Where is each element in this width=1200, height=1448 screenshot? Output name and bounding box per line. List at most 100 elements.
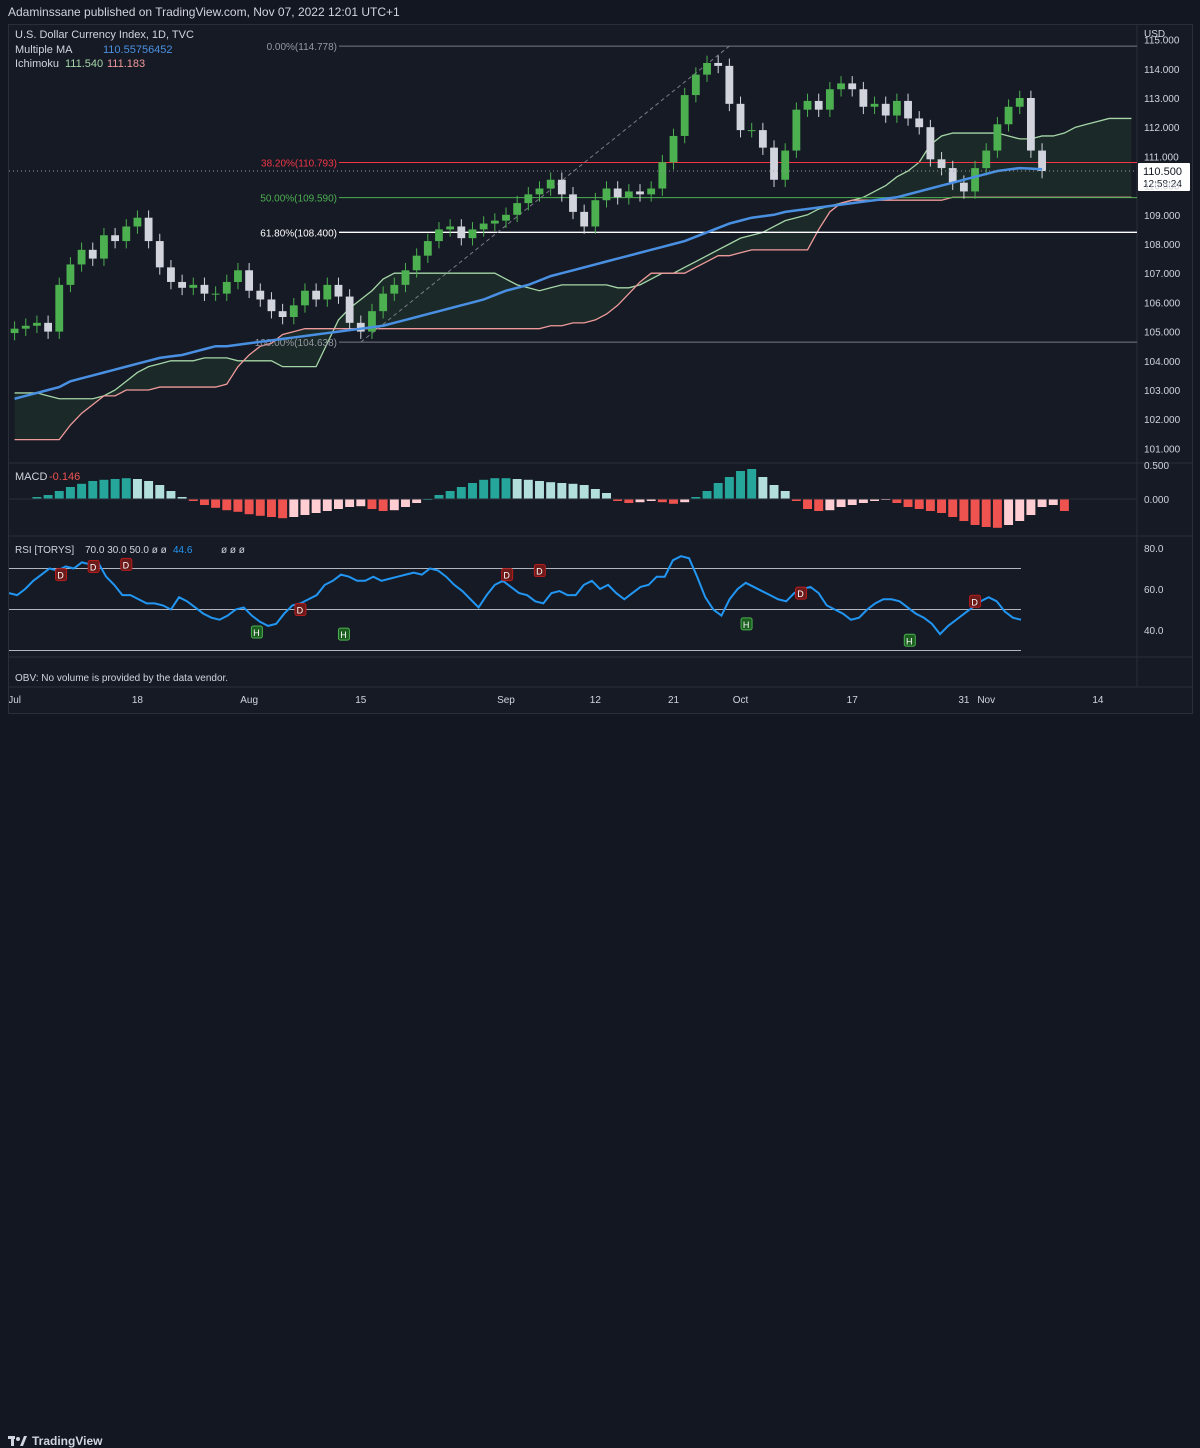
macd-histogram-bar [769, 485, 779, 499]
macd-histogram-bar [758, 477, 768, 499]
rsi-legend-trail: ø ø ø [221, 545, 245, 556]
macd-histogram-bar [356, 499, 366, 507]
chart-svg[interactable]: 0.00%(114.778) 38.20%(110.793) 50.00%(109.… [8, 25, 1192, 713]
price-tick-label: 112.000 [1144, 123, 1180, 134]
time-tick-label: 21 [668, 695, 680, 706]
candle-body [222, 281, 231, 294]
macd-histogram-bar [602, 493, 611, 499]
footer: TradingView [0, 714, 1200, 1448]
price-tick-label: 102.000 [1144, 415, 1181, 426]
macd-histogram-bar [1015, 499, 1025, 521]
rsi-marker-label: D [971, 597, 978, 607]
macd-histogram-bar [132, 479, 142, 499]
macd-histogram-bar [88, 481, 98, 499]
candle-body [993, 124, 1002, 151]
tradingview-logo[interactable]: TradingView [8, 1434, 102, 1448]
time-tick-label: Nov [977, 695, 995, 706]
tradingview-brand: TradingView [32, 1434, 103, 1448]
tradingview-logo-icon [8, 1436, 27, 1446]
candle-body [948, 168, 957, 183]
macd-histogram-bar [110, 479, 120, 499]
candle-body [535, 188, 544, 195]
candle-body [155, 241, 164, 268]
current-price-value: 110.500 [1143, 166, 1182, 178]
candle-body [189, 284, 198, 288]
macd-histogram-bar [937, 499, 947, 513]
candle-body [859, 89, 868, 107]
macd-histogram-bar [222, 499, 232, 511]
chart-area[interactable]: 0.00%(114.778) 38.20%(110.793) 50.00%(109.… [8, 24, 1193, 714]
macd-histogram-bar [479, 479, 489, 499]
candle-body [569, 194, 577, 212]
publisher-line: Adaminssane published on TradingView.com… [8, 5, 400, 19]
candle-body [691, 74, 700, 96]
time-tick-label: Oct [733, 695, 749, 706]
candle-body [613, 188, 622, 198]
macd-histogram-bar [434, 495, 444, 499]
rsi-marker-label: D [123, 560, 130, 570]
ma-legend-label: Multiple MA [15, 44, 73, 56]
macd-histogram-bar [814, 499, 824, 511]
candle-body [803, 100, 812, 110]
macd-histogram-bar [948, 499, 958, 517]
macd-tick-label: 0.000 [1144, 495, 1169, 506]
candle-body [725, 65, 734, 104]
price-tick-label: 111.000 [1144, 152, 1179, 163]
candle-body [915, 118, 924, 128]
candle-body [758, 130, 767, 148]
rsi-marker-label: H [253, 628, 259, 638]
time-tick-label: 15 [355, 695, 367, 706]
candle-body [211, 293, 220, 295]
macd-histogram-bar [155, 485, 165, 499]
rsi-marker-label: D [297, 606, 304, 616]
price-tick-label: 114.000 [1144, 65, 1180, 76]
candle-body [435, 229, 443, 242]
macd-legend-value: -0.146 [49, 471, 80, 483]
candle-body [323, 284, 332, 300]
macd-histogram-bar [1048, 499, 1058, 505]
candle-body [770, 147, 778, 180]
candle-body [959, 182, 968, 192]
rsi-tick-label: 40.0 [1144, 626, 1164, 637]
macd-histogram-bar [702, 491, 712, 499]
candle-body [412, 255, 421, 271]
candle-body [848, 83, 857, 90]
macd-histogram-bar [535, 481, 544, 499]
macd-histogram-bar [669, 499, 678, 504]
time-tick-label: 17 [847, 695, 859, 706]
candle-body [379, 293, 388, 312]
macd-histogram-bar [54, 491, 64, 499]
macd-histogram-bar [925, 499, 935, 511]
macd-histogram-bar [803, 499, 813, 509]
candle-body [390, 284, 399, 294]
macd-histogram-bar [65, 487, 75, 499]
candle-body [44, 322, 52, 332]
macd-histogram-bar [523, 479, 533, 499]
candle-body [77, 249, 86, 265]
macd-histogram-bar [825, 499, 835, 511]
macd-histogram-bar [1026, 499, 1036, 515]
macd-histogram-bar [501, 478, 511, 499]
candle-body [658, 162, 667, 189]
candle-body [971, 168, 979, 192]
macd-histogram-bar [546, 482, 556, 499]
fib-level-label: 38.20%(110.793) [261, 158, 337, 169]
price-tick-label: 101.000 [1144, 444, 1181, 455]
macd-histogram-bar [858, 499, 868, 503]
candle-body [937, 159, 946, 169]
candle-body [401, 270, 410, 285]
macd-histogram-bar [736, 471, 745, 499]
macd-histogram-bar [266, 499, 276, 517]
candle-body [892, 100, 901, 116]
macd-histogram-bar [311, 499, 321, 513]
candle-body [736, 103, 745, 131]
macd-histogram-bar [468, 483, 477, 499]
macd-histogram-bar [378, 499, 388, 511]
candle-body [502, 214, 510, 221]
rsi-legend-label: RSI [TORYS] [15, 545, 74, 556]
ichimoku-legend-label: Ichimoku [15, 58, 59, 70]
candle-body [289, 305, 298, 317]
macd-histogram-bar [289, 499, 299, 517]
candle-body [178, 281, 187, 288]
macd-histogram-bar [166, 491, 176, 499]
